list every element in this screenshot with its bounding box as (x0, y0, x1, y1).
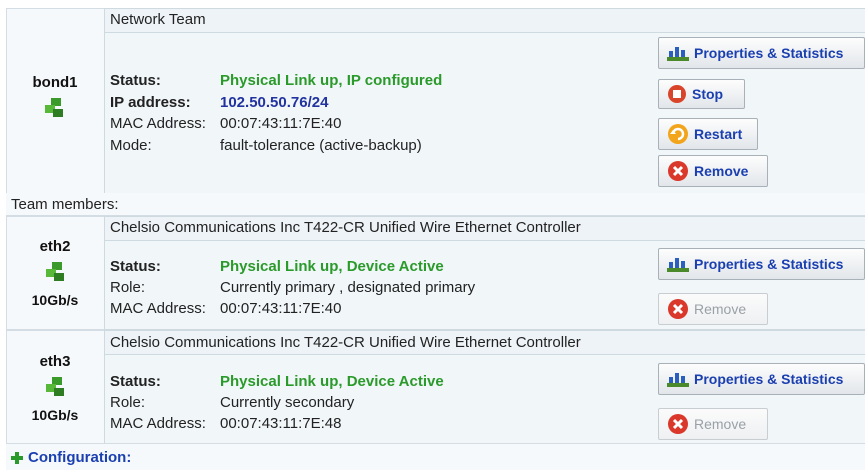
team-properties-label: Properties & Statistics (694, 45, 844, 61)
member-properties-button[interactable]: Properties & Statistics (658, 363, 865, 395)
member-role-value: Currently secondary (220, 394, 355, 411)
statistics-icon (667, 258, 689, 272)
member-role-label: Role: (110, 279, 146, 296)
member-mac-value: 00:07:43:11:7E:48 (220, 415, 342, 432)
member-speed: 10Gb/s (31, 407, 79, 423)
stop-icon (668, 85, 686, 103)
team-name: bond1 (32, 74, 78, 91)
member-mac-value: 00:07:43:11:7E:40 (220, 300, 342, 317)
team-stop-label: Stop (692, 86, 724, 102)
network-interface-icon (45, 98, 63, 117)
member-name: eth2 (39, 238, 71, 255)
team-members-label: Team members: (11, 196, 119, 213)
network-interface-icon (46, 262, 64, 281)
member-remove-button[interactable]: Remove (658, 293, 768, 325)
plus-icon (11, 451, 23, 464)
statistics-icon (667, 373, 689, 387)
member-remove-button[interactable]: Remove (658, 408, 768, 440)
member-status-value: Physical Link up, Device Active (220, 373, 444, 390)
team-mode-label: Mode: (110, 137, 152, 154)
member-name: eth3 (39, 353, 71, 370)
team-header-title: Network Team (110, 11, 206, 28)
member-device-name: Chelsio Communications Inc T422-CR Unifi… (110, 334, 581, 351)
remove-icon (668, 299, 688, 319)
team-ip-value: 102.50.50.76/24 (220, 94, 329, 111)
restart-icon (668, 124, 688, 144)
configuration-toggle[interactable]: Configuration: (10, 449, 131, 466)
team-mac-label: MAC Address: (110, 115, 206, 132)
member-remove-label: Remove (694, 416, 747, 432)
team-restart-button[interactable]: Restart (658, 118, 758, 150)
remove-icon (668, 414, 688, 434)
member-mac-label: MAC Address: (110, 300, 206, 317)
network-interface-icon (46, 377, 64, 396)
team-restart-label: Restart (694, 126, 743, 142)
team-header (104, 8, 865, 34)
member-status-label: Status: (110, 258, 161, 275)
statistics-icon (667, 47, 689, 61)
team-status-value: Physical Link up, IP configured (220, 72, 443, 89)
member-role-value: Currently primary , designated primary (220, 279, 476, 296)
remove-icon (668, 161, 688, 181)
member-speed: 10Gb/s (31, 292, 79, 308)
member-properties-button[interactable]: Properties & Statistics (658, 248, 865, 280)
member-device-name: Chelsio Communications Inc T422-CR Unifi… (110, 219, 581, 236)
member-role-label: Role: (110, 394, 146, 411)
team-mode-value: fault-tolerance (active-backup) (220, 137, 422, 154)
configuration-row[interactable] (6, 443, 865, 470)
team-stop-button[interactable]: Stop (658, 79, 745, 109)
team-remove-button[interactable]: Remove (658, 155, 768, 187)
member-remove-label: Remove (694, 301, 747, 317)
member-mac-label: MAC Address: (110, 415, 206, 432)
network-team-panel: bond1 Network Team Status: Physical Link… (0, 0, 865, 471)
member-properties-label: Properties & Statistics (694, 371, 844, 387)
member-properties-label: Properties & Statistics (694, 256, 844, 272)
team-remove-label: Remove (694, 163, 749, 179)
team-status-label: Status: (110, 72, 161, 89)
team-properties-button[interactable]: Properties & Statistics (658, 37, 865, 69)
member-status-label: Status: (110, 373, 161, 390)
team-ip-label: IP address: (110, 94, 191, 111)
configuration-label: Configuration: (28, 449, 132, 466)
team-members-row (6, 193, 865, 216)
team-mac-value: 00:07:43:11:7E:40 (220, 115, 342, 132)
member-status-value: Physical Link up, Device Active (220, 258, 444, 275)
